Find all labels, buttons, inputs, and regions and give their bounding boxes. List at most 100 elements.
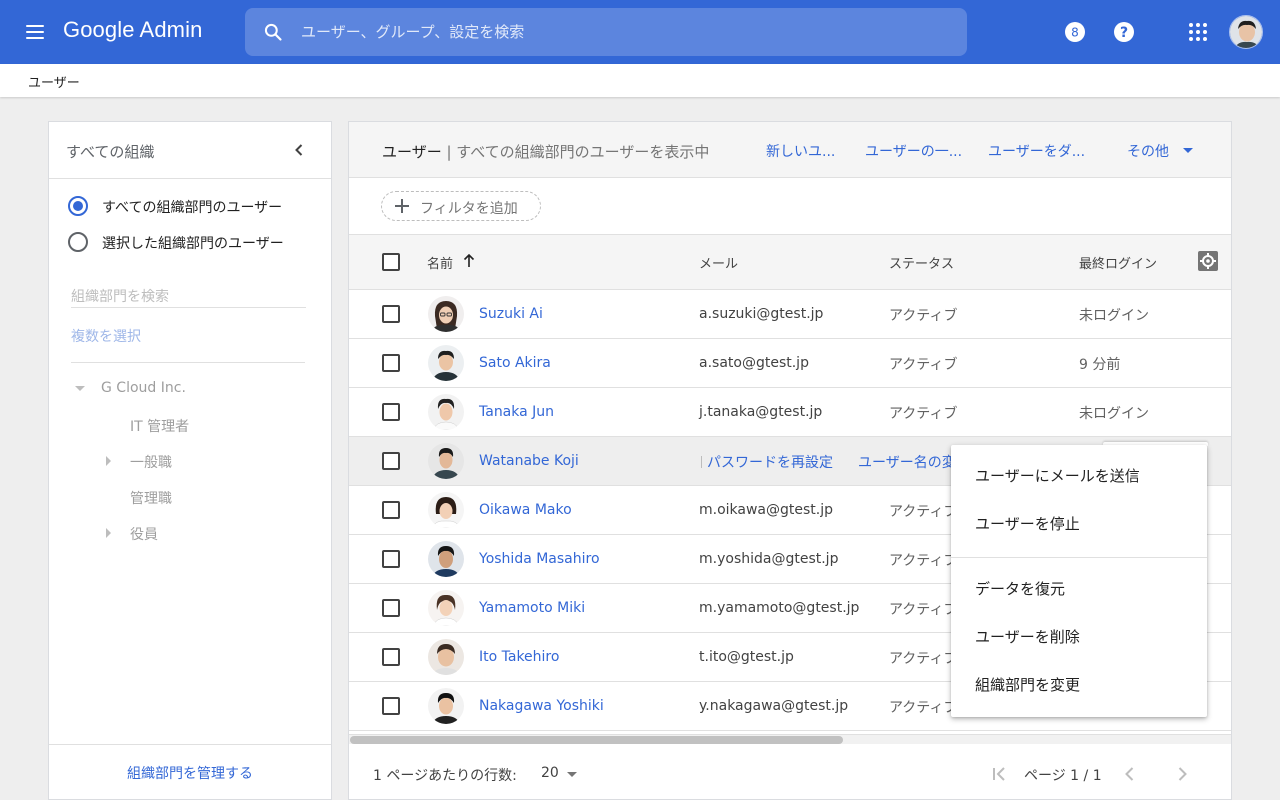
- apps-icon[interactable]: [1186, 20, 1210, 44]
- rename-user-button[interactable]: ユーザー名の変: [858, 452, 956, 472]
- avatar[interactable]: [428, 590, 464, 626]
- status-cell: アクティブ: [889, 357, 958, 373]
- avatar[interactable]: [428, 345, 464, 381]
- row-checkbox[interactable]: [382, 550, 400, 568]
- select-all-checkbox[interactable]: [382, 253, 400, 271]
- last-login-cell: 9 分前: [1079, 357, 1121, 373]
- avatar[interactable]: [428, 541, 464, 577]
- user-name-link[interactable]: Tanaka Jun: [479, 404, 554, 420]
- sidebar-header: すべての組織: [49, 122, 331, 179]
- menu-item-change-org-unit[interactable]: 組織部門を変更: [951, 662, 1207, 706]
- table-row[interactable]: Sato Akira a.sato@gtest.jp アクティブ 9 分前: [349, 339, 1231, 388]
- top-app-bar: Google Admin 8 ?: [0, 0, 1280, 64]
- row-checkbox[interactable]: [382, 599, 400, 617]
- menu-item-suspend-user[interactable]: ユーザーを停止: [951, 501, 1207, 545]
- menu-item-restore-data[interactable]: データを復元: [951, 566, 1207, 610]
- user-actions-menu: ユーザーにメールを送信 ユーザーを停止 データを復元 ユーザーを削除 組織部門を…: [951, 445, 1207, 717]
- email-cell: t.ito@gtest.jp: [699, 649, 794, 665]
- avatar[interactable]: [428, 443, 464, 479]
- scrollbar-thumb[interactable]: [350, 736, 843, 744]
- avatar[interactable]: [428, 296, 464, 332]
- table-row[interactable]: Suzuki Ai a.suzuki@gtest.jp アクティブ 未ログイン: [349, 290, 1231, 339]
- user-name-link[interactable]: Yoshida Masahiro: [479, 551, 600, 567]
- table-row[interactable]: Tanaka Jun j.tanaka@gtest.jp アクティブ 未ログイン: [349, 388, 1231, 437]
- row-checkbox[interactable]: [382, 697, 400, 715]
- user-name-link[interactable]: Ito Takehiro: [479, 649, 559, 665]
- org-sidebar: すべての組織 すべての組織部門のユーザー 選択した組織部門のユーザー 複数を選択…: [48, 121, 332, 800]
- search-bar[interactable]: [245, 8, 967, 56]
- svg-text:?: ?: [1120, 25, 1128, 41]
- support-icon[interactable]: 8: [1063, 20, 1087, 44]
- panel-title-rest: | すべての組織部門のユーザーを表示中: [441, 143, 710, 161]
- row-checkbox[interactable]: [382, 403, 400, 421]
- user-name-link[interactable]: Nakagawa Yoshiki: [479, 698, 604, 714]
- menu-item-label: データを復元: [975, 580, 1066, 598]
- row-checkbox[interactable]: [382, 305, 400, 323]
- account-avatar[interactable]: [1229, 15, 1263, 49]
- row-checkbox[interactable]: [382, 452, 400, 470]
- caret-right-icon[interactable]: [106, 528, 111, 538]
- row-checkbox[interactable]: [382, 648, 400, 666]
- caret-down-icon[interactable]: [75, 386, 85, 391]
- add-filter-button[interactable]: フィルタを追加: [381, 191, 541, 221]
- column-header-last-login[interactable]: 最終ログイン: [1079, 253, 1157, 272]
- app-logo[interactable]: Google Admin: [63, 17, 202, 43]
- add-user-button[interactable]: 新しいユ...: [766, 141, 835, 161]
- reset-password-button[interactable]: パスワードを再設定: [707, 452, 833, 472]
- download-users-button[interactable]: ユーザーをダ...: [988, 141, 1085, 161]
- avatar[interactable]: [428, 639, 464, 675]
- email-cell: m.yamamoto@gtest.jp: [699, 600, 860, 616]
- rows-per-page-label: 1 ページあたりの行数:: [373, 768, 517, 784]
- menu-item-send-email[interactable]: ユーザーにメールを送信: [951, 453, 1207, 497]
- caret-right-icon[interactable]: [106, 456, 111, 466]
- radio-label: すべての組織部門のユーザー: [102, 200, 283, 216]
- manage-org-units-link[interactable]: 組織部門を管理する: [49, 763, 331, 783]
- user-name-link[interactable]: Oikawa Mako: [479, 502, 572, 518]
- sidebar-footer: 組織部門を管理する: [49, 744, 331, 800]
- tree-item-general[interactable]: 一般職: [130, 452, 172, 472]
- chevron-left-icon[interactable]: [1119, 763, 1141, 785]
- search-input[interactable]: [301, 8, 941, 56]
- org-search-input[interactable]: [71, 286, 306, 308]
- tree-item-management[interactable]: 管理職: [130, 488, 172, 508]
- radio-all-org-users[interactable]: すべての組織部門のユーザー: [68, 194, 330, 218]
- tree-item-executives[interactable]: 役員: [130, 524, 158, 544]
- chevron-left-icon[interactable]: [289, 140, 309, 160]
- gear-icon[interactable]: [1197, 250, 1219, 272]
- row-checkbox[interactable]: [382, 354, 400, 372]
- search-icon[interactable]: [263, 22, 283, 42]
- bulk-update-users-button[interactable]: ユーザーの一...: [865, 141, 962, 161]
- breadcrumb-bar: ユーザー: [0, 64, 1280, 97]
- multi-select-link[interactable]: 複数を選択: [71, 326, 141, 346]
- tree-item-root[interactable]: G Cloud Inc.: [101, 380, 186, 396]
- breadcrumb[interactable]: ユーザー: [28, 72, 80, 91]
- arrow-up-icon[interactable]: [463, 254, 475, 268]
- first-page-icon[interactable]: [989, 763, 1011, 785]
- user-name-link[interactable]: Sato Akira: [479, 355, 551, 371]
- column-header-name[interactable]: 名前: [427, 253, 453, 272]
- avatar[interactable]: [428, 688, 464, 724]
- row-checkbox[interactable]: [382, 501, 400, 519]
- menu-item-delete-user[interactable]: ユーザーを削除: [951, 614, 1207, 658]
- help-icon[interactable]: ?: [1112, 20, 1136, 44]
- panel-header: ユーザー | すべての組織部門のユーザーを表示中 新しいユ... ユーザーの一.…: [349, 122, 1231, 178]
- chevron-right-icon[interactable]: [1171, 763, 1193, 785]
- user-name-link[interactable]: Suzuki Ai: [479, 306, 543, 322]
- menu-icon[interactable]: [24, 22, 46, 42]
- user-name-link[interactable]: Watanabe Koji: [479, 453, 579, 469]
- avatar[interactable]: [428, 394, 464, 430]
- more-menu-button[interactable]: その他: [1127, 141, 1169, 161]
- divider: [701, 456, 702, 468]
- radio-selected-org-users[interactable]: 選択した組織部門のユーザー: [68, 230, 330, 254]
- tree-item-it-admin[interactable]: IT 管理者: [130, 416, 189, 436]
- column-header-email[interactable]: メール: [699, 253, 738, 272]
- user-name-link[interactable]: Yamamoto Miki: [479, 600, 585, 616]
- horizontal-scrollbar[interactable]: [349, 734, 1231, 744]
- column-header-status[interactable]: ステータス: [889, 253, 954, 272]
- radio-button[interactable]: [68, 196, 88, 216]
- status-cell: アクティブ: [889, 308, 958, 324]
- avatar[interactable]: [428, 492, 464, 528]
- radio-button[interactable]: [68, 232, 88, 252]
- caret-down-icon[interactable]: [567, 772, 577, 777]
- caret-down-icon[interactable]: [1183, 148, 1193, 153]
